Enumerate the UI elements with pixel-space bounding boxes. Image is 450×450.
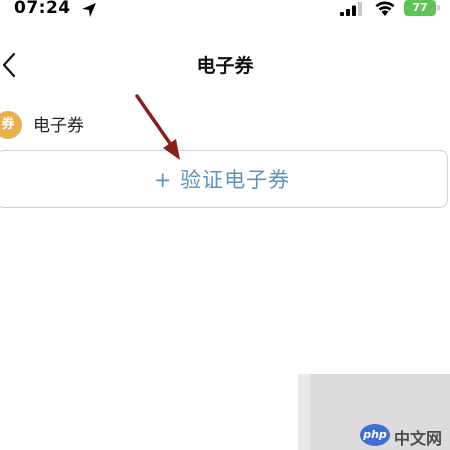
watermark-logo: php [360, 424, 390, 446]
location-arrow-icon [82, 3, 96, 17]
cellular-signal-icon [340, 2, 362, 16]
status-bar: 07:24 77 [0, 0, 450, 20]
battery-cap [437, 5, 440, 11]
battery-icon: 77 [404, 0, 436, 16]
section-label: 电子券 [33, 116, 84, 136]
wifi-icon [375, 1, 395, 16]
status-time: 07:24 [14, 0, 71, 18]
verify-voucher-label: + 验证电子券 [153, 168, 291, 192]
nav-bar: 电子券 [0, 40, 450, 90]
verify-voucher-button[interactable]: + 验证电子券 [0, 150, 448, 208]
page-title: 电子券 [196, 55, 254, 77]
voucher-ticket-icon: 券 [0, 111, 22, 139]
battery-level: 77 [412, 1, 428, 14]
watermark-text: 中文网 [394, 429, 443, 448]
